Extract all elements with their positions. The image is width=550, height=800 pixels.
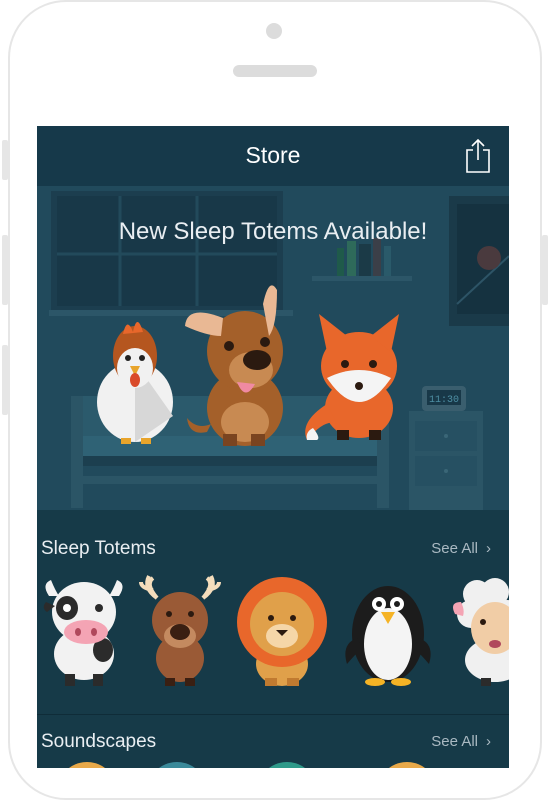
section-divider: [37, 714, 509, 715]
phone-camera: [266, 23, 282, 39]
clock-time: 11:30: [429, 395, 459, 406]
app-screen: Store 11:30 New Sleep Totems Available! …: [37, 126, 509, 768]
phone-speaker: [233, 65, 317, 77]
phone-side-button: [2, 345, 8, 415]
phone-side-button: [2, 235, 8, 305]
soundscape-item[interactable]: [257, 762, 317, 768]
fox-totem: [305, 314, 399, 440]
deer-totem[interactable]: [139, 574, 221, 686]
see-all-label: See All: [431, 540, 478, 557]
share-icon[interactable]: [463, 138, 493, 174]
lion-totem[interactable]: [235, 574, 329, 686]
section-title-soundscapes: Soundscapes: [41, 731, 157, 752]
hero-title: New Sleep Totems Available!: [118, 218, 428, 245]
phone-side-button: [2, 140, 8, 180]
see-all-soundscapes-link[interactable]: See All ›: [431, 733, 491, 750]
navigation-bar: Store: [37, 126, 509, 186]
chevron-right-icon: ›: [486, 540, 491, 557]
see-all-label: See All: [431, 733, 478, 750]
cow-totem[interactable]: [41, 574, 127, 686]
penguin-totem[interactable]: [343, 574, 433, 686]
chicken-totem: [97, 322, 173, 444]
soundscape-item[interactable]: [147, 762, 207, 768]
soundscape-item[interactable]: [377, 762, 437, 768]
section-title-sleep-totems: Sleep Totems: [41, 538, 156, 559]
soundscape-item[interactable]: [57, 762, 117, 768]
phone-side-button: [542, 235, 548, 305]
hero-banner[interactable]: 11:30 New Sleep Totems Available!: [37, 186, 509, 510]
see-all-sleep-totems-link[interactable]: See All ›: [431, 540, 491, 557]
chevron-right-icon: ›: [486, 733, 491, 750]
page-title: Store: [245, 142, 301, 168]
sheep-totem[interactable]: [451, 574, 509, 686]
